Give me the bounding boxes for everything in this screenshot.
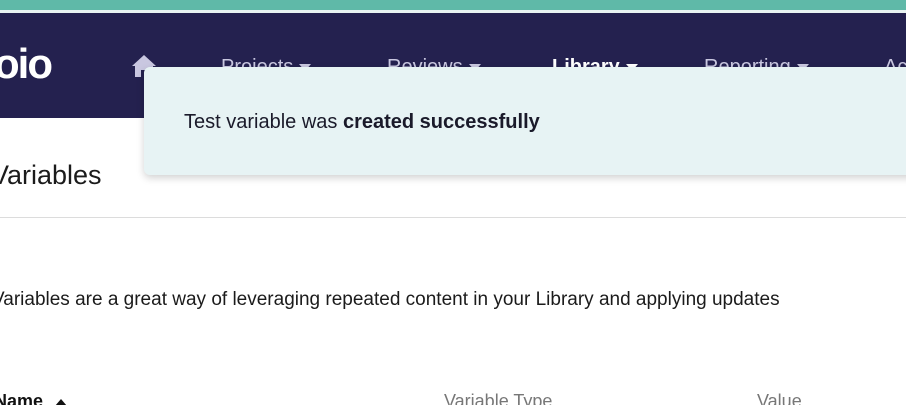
page: oio Projects Reviews Library Reporting A… <box>0 0 906 405</box>
toast-message-prefix: Test variable was <box>184 111 343 133</box>
success-toast[interactable]: Test variable was created successfully <box>144 67 906 175</box>
page-description: Variables are a great way of leveraging … <box>0 289 780 310</box>
column-header-label: Name <box>0 391 44 405</box>
toast-message: Test variable was created successfully <box>184 109 540 135</box>
sort-up-icon <box>55 398 68 405</box>
logo[interactable]: oio <box>0 43 53 85</box>
divider <box>0 217 906 218</box>
top-accent-stripe <box>0 0 906 10</box>
column-header-value[interactable]: Value <box>757 389 802 405</box>
page-title: Variables <box>0 160 102 190</box>
column-header-name[interactable]: Name <box>0 389 68 405</box>
toast-message-bold: created successfully <box>342 111 540 133</box>
column-header-variable-type[interactable]: Variable Type <box>444 389 552 405</box>
